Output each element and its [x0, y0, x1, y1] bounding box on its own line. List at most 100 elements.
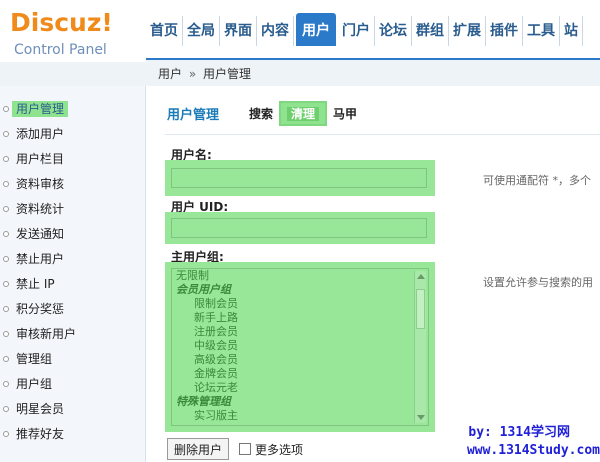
nav-item[interactable]: 用户 [296, 13, 336, 46]
group-options: 无限制 会员用户组 限制会员 新手上路 注册会员 中级会员 高级会员 金牌会员 论坛元老 特殊管理… [172, 269, 428, 423]
tab-bar: 用户管理 搜索 清理 马甲 [167, 100, 363, 126]
header: Discuz! Control Panel 首页 全局 界面 内容 用户 门户 论坛 群组 扩展… [0, 0, 600, 62]
sidebar-item[interactable]: 添加用户 [0, 123, 145, 148]
nav-item[interactable]: 插件 [486, 16, 523, 46]
more-options-label[interactable]: 更多选项 [255, 441, 303, 458]
username-input[interactable] [171, 168, 427, 188]
select-option[interactable]: 实习版主 [172, 409, 428, 423]
sidebar-item-label: 明星会员 [16, 402, 65, 416]
bullet-icon [3, 256, 9, 262]
sidebar-item[interactable]: 用户管理 [0, 98, 145, 123]
logo-subtitle: Control Panel [14, 42, 107, 58]
select-option[interactable]: 注册会员 [172, 325, 428, 339]
sidebar-item-label: 用户栏目 [16, 152, 65, 166]
tab-vest[interactable]: 马甲 [333, 105, 357, 122]
sidebar-item-label: 发送通知 [16, 227, 65, 241]
sidebar-item[interactable]: 禁止 IP [0, 273, 145, 298]
sidebar-item-label: 审核新用户 [16, 327, 77, 341]
sidebar-item[interactable]: 资料统计 [0, 198, 145, 223]
group-multiselect[interactable]: 无限制 会员用户组 限制会员 新手上路 注册会员 中级会员 高级会员 金牌会员 论坛元老 特殊管理… [171, 268, 429, 426]
tab-search[interactable]: 搜索 [249, 105, 273, 122]
sidebar-item[interactable]: 积分奖惩 [0, 298, 145, 323]
sidebar-item-label: 用户组 [16, 377, 53, 391]
select-option[interactable]: 新手上路 [172, 311, 428, 325]
option-group: 会员用户组 [176, 283, 231, 296]
breadcrumb-root[interactable]: 用户 [158, 67, 182, 81]
bullet-icon [3, 231, 9, 237]
select-option[interactable]: 金牌会员 [172, 367, 428, 381]
bullet-icon [3, 406, 9, 412]
bullet-icon [3, 381, 9, 387]
sidebar-item-label: 添加用户 [16, 127, 65, 141]
scroll-up-icon[interactable] [417, 274, 425, 279]
sidebar-item[interactable]: 禁止用户 [0, 248, 145, 273]
header-left-fill [0, 62, 146, 86]
select-option[interactable]: 高级会员 [172, 353, 428, 367]
page-title: 用户管理 [167, 107, 220, 123]
sidebar-item[interactable]: 推荐好友 [0, 423, 145, 448]
nav-item[interactable]: 工具 [523, 16, 560, 46]
breadcrumb-current: 用户管理 [203, 67, 252, 81]
nav-item[interactable]: 首页 [146, 16, 183, 46]
sidebar-item[interactable]: 用户栏目 [0, 148, 145, 173]
sidebar-item-label: 禁止用户 [16, 252, 65, 266]
logo-text: Discuz! [10, 8, 113, 37]
sidebar-item[interactable]: 用户组 [0, 373, 145, 398]
select-scrollbar[interactable] [414, 271, 426, 423]
select-option[interactable]: 无限制 [172, 269, 428, 283]
bullet-icon [3, 356, 9, 362]
sidebar-item-label: 用户管理 [12, 101, 69, 117]
tab-clean-label: 清理 [287, 106, 320, 121]
delete-user-button[interactable]: 删除用户 [167, 438, 230, 460]
nav-item[interactable]: 门户 [338, 16, 375, 46]
nav-item[interactable]: 内容 [257, 16, 294, 46]
action-row: 删除用户 更多选项 [167, 438, 303, 460]
select-option[interactable]: 论坛元老 [172, 381, 428, 395]
breadcrumb-separator: » [188, 67, 197, 81]
scroll-thumb[interactable] [416, 289, 425, 329]
bullet-icon [3, 181, 9, 187]
sidebar-item-label: 管理组 [16, 352, 53, 366]
sidebar: 用户管理添加用户用户栏目资料审核资料统计发送通知禁止用户禁止 IP 积分奖惩审核新… [0, 86, 146, 462]
sidebar-item[interactable]: 资料审核 [0, 173, 145, 198]
sidebar-item[interactable]: 审核新用户 [0, 323, 145, 348]
scroll-down-icon[interactable] [417, 415, 425, 420]
sidebar-menu: 用户管理添加用户用户栏目资料审核资料统计发送通知禁止用户禁止 IP 积分奖惩审核新… [0, 86, 145, 448]
sidebar-item-label: 资料统计 [16, 202, 65, 216]
main-panel: 用户管理 搜索 清理 马甲 用户名: 可使用通配符 *，多个 用户 UID: 主… [147, 86, 600, 462]
sidebar-item[interactable]: 明星会员 [0, 398, 145, 423]
tab-clean[interactable]: 清理 [279, 100, 328, 126]
more-options-checkbox[interactable] [239, 443, 252, 455]
option-group: 特殊管理组 [176, 395, 231, 408]
nav-item[interactable]: 群组 [412, 16, 449, 46]
bullet-icon [3, 131, 9, 137]
bullet-icon [3, 281, 9, 287]
uid-input[interactable] [171, 218, 427, 238]
bullet-icon [3, 156, 9, 162]
select-option[interactable]: 中级会员 [172, 339, 428, 353]
group-hint: 设置允许参与搜索的用 [483, 276, 593, 289]
nav-item[interactable]: 全局 [183, 16, 220, 46]
sidebar-item-label: 积分奖惩 [16, 302, 65, 316]
sidebar-item[interactable]: 发送通知 [0, 223, 145, 248]
sidebar-item-label: 资料审核 [16, 177, 65, 191]
username-hint: 可使用通配符 *，多个 [483, 174, 591, 187]
bullet-icon [3, 206, 9, 212]
watermark-line1: by: 1314学习网 [468, 425, 570, 440]
top-navigation: 首页 全局 界面 内容 用户 门户 论坛 群组 扩展 插件 工具站 [146, 13, 583, 46]
sidebar-item-label: 推荐好友 [16, 427, 65, 441]
select-option[interactable]: 限制会员 [172, 297, 428, 311]
bullet-icon [3, 306, 9, 312]
bullet-icon [3, 431, 9, 437]
nav-item[interactable]: 论坛 [375, 16, 412, 46]
breadcrumb-bar: 用户 » 用户管理 [146, 58, 600, 86]
discuz-logo[interactable]: Discuz! Control Panel [8, 8, 138, 58]
bullet-icon [3, 331, 9, 337]
nav-item[interactable]: 界面 [220, 16, 257, 46]
watermark: by: 1314学习网 www.1314Study.com [420, 424, 600, 460]
sidebar-item[interactable]: 管理组 [0, 348, 145, 373]
breadcrumb: 用户 » 用户管理 [158, 65, 251, 82]
watermark-line2: www.1314Study.com [466, 443, 600, 458]
nav-item[interactable]: 站 [560, 16, 583, 46]
nav-item[interactable]: 扩展 [449, 16, 486, 46]
